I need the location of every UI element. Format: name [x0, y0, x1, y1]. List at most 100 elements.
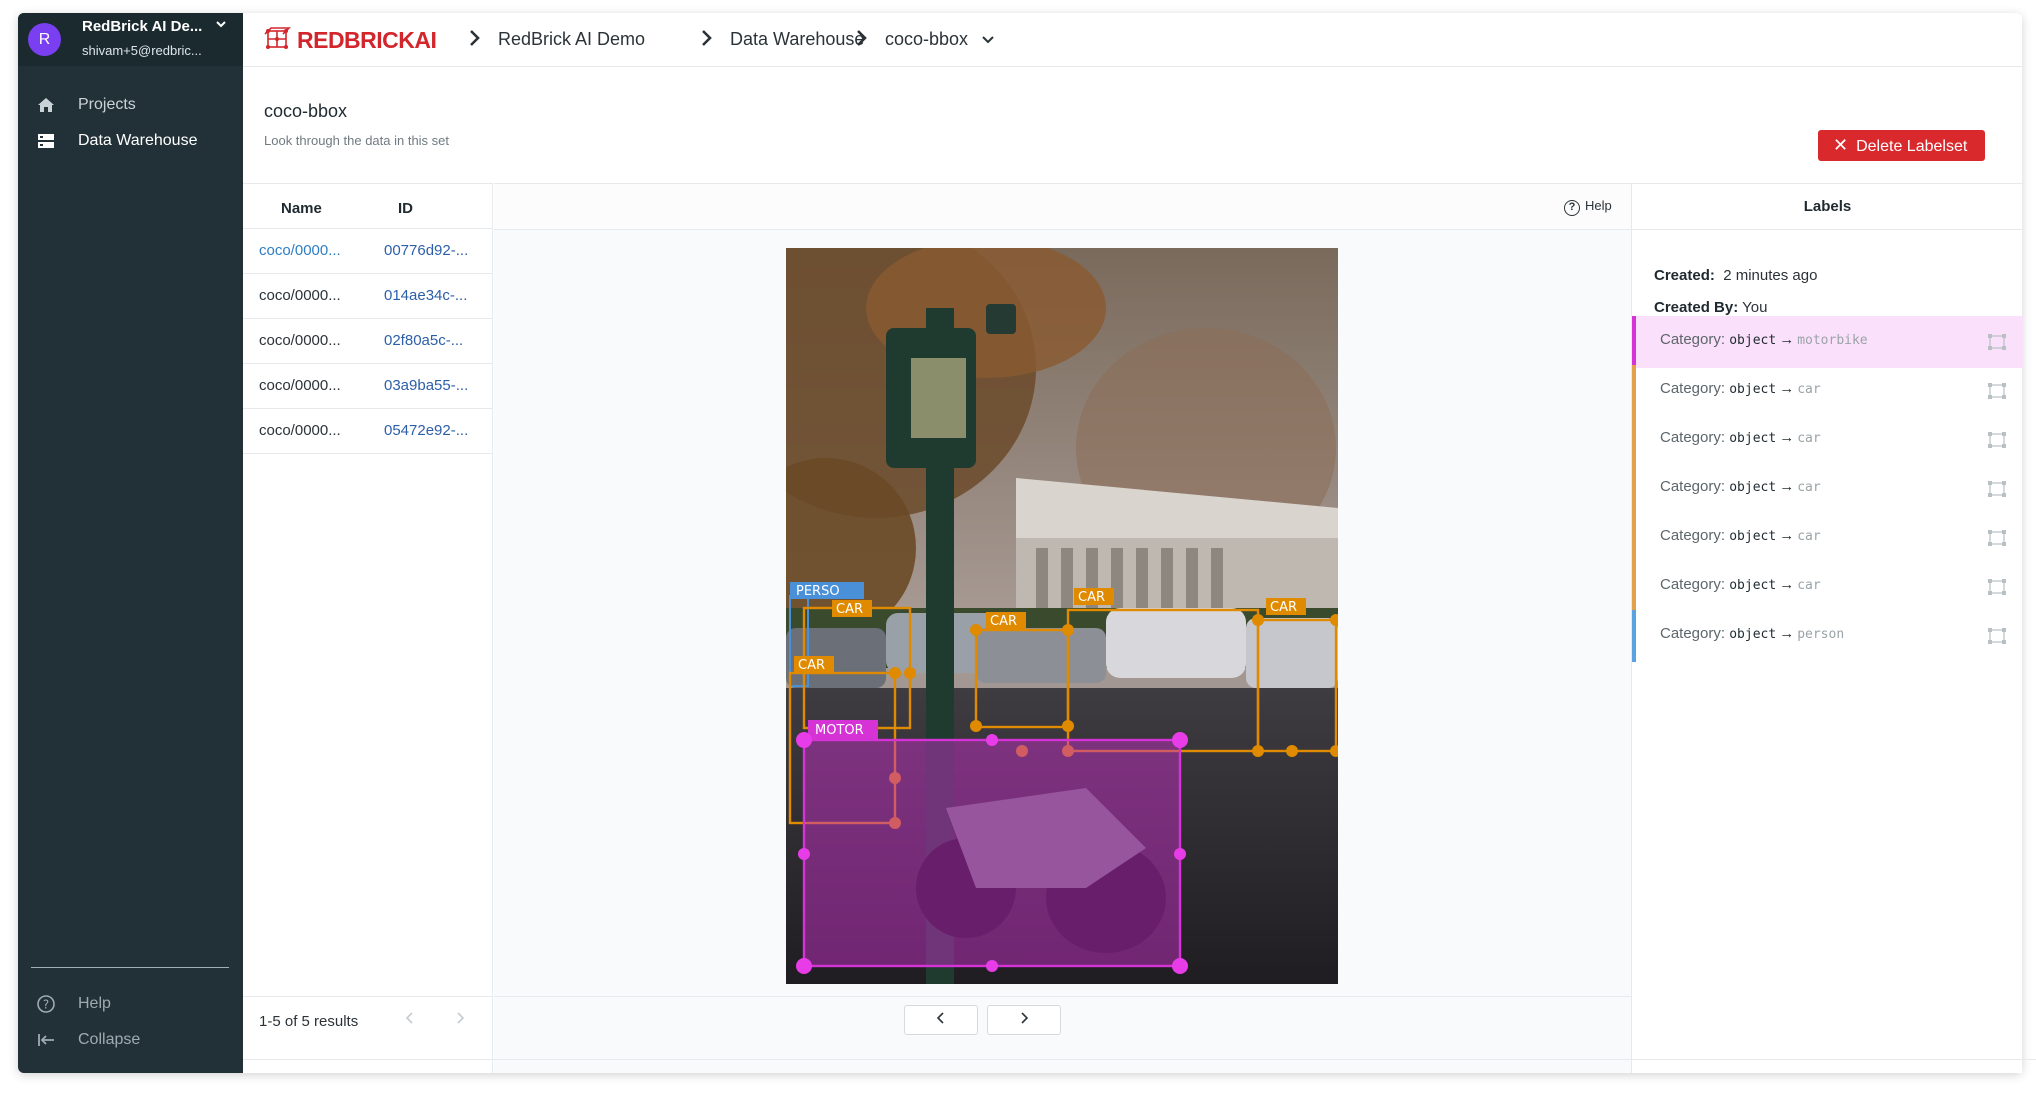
file-id[interactable]: 03a9ba55-... [384, 377, 468, 394]
file-row[interactable]: coco/0000... 00776d92-... [243, 229, 493, 274]
viewer-footer [494, 996, 1631, 1042]
sidebar-item-data-warehouse[interactable]: Data Warehouse [18, 124, 243, 158]
file-name[interactable]: coco/0000... [259, 377, 341, 394]
chevron-right-icon [700, 25, 714, 57]
home-icon [36, 95, 56, 115]
viewer-toolbar: ? Help [494, 184, 1631, 230]
bounding-box-icon[interactable] [1987, 627, 2007, 645]
chevron-down-icon[interactable] [214, 17, 228, 34]
label-color-bar [1632, 561, 1636, 613]
labels-panel-title: Labels [1632, 184, 2023, 230]
org-name: RedBrick AI De... [82, 18, 203, 35]
logo-text: REDBRICKAI [297, 27, 437, 53]
bounding-box-icon[interactable] [1987, 529, 2007, 547]
file-row[interactable]: coco/0000... 014ae34c-... [243, 274, 493, 319]
file-name[interactable]: coco/0000... [259, 332, 341, 349]
collapse-icon [36, 1030, 56, 1050]
label-color-bar [1632, 463, 1636, 515]
viewer-help-label: Help [1585, 198, 1612, 213]
sidebar-item-label: Collapse [78, 1031, 141, 1048]
label-text: Category: object → car [1660, 380, 1821, 397]
file-id[interactable]: 00776d92-... [384, 242, 468, 259]
file-id[interactable]: 02f80a5c-... [384, 332, 463, 349]
page-title: coco-bbox [264, 101, 348, 121]
close-icon: ✕ [1833, 135, 1849, 155]
file-name[interactable]: coco/0000... [259, 422, 341, 439]
label-text: Category: object → car [1660, 429, 1821, 446]
file-list-footer: 1-5 of 5 results [243, 996, 493, 1042]
top-bar: REDBRICKAI RedBrick AI Demo Data Warehou… [243, 13, 2022, 67]
bounding-box-icon[interactable] [1987, 480, 2007, 498]
file-row[interactable]: coco/0000... 03a9ba55-... [243, 364, 493, 409]
bounding-box-icon[interactable] [1987, 431, 2007, 449]
label-item[interactable]: Category: object → car [1632, 561, 2023, 613]
file-id[interactable]: 014ae34c-... [384, 287, 467, 304]
sidebar-item-projects[interactable]: Projects [18, 88, 243, 122]
help-circle-icon: ? [1564, 200, 1580, 216]
breadcrumb-project[interactable]: RedBrick AI Demo [498, 29, 645, 50]
annotated-image[interactable]: PERSO CAR CAR CAR CAR CAR MOTOR [786, 248, 1338, 984]
breadcrumb-data-warehouse[interactable]: Data Warehouse [730, 29, 864, 50]
org-switcher[interactable]: R RedBrick AI De... shivam+5@redbric... [18, 13, 243, 66]
svg-text:?: ? [43, 998, 49, 1012]
chevron-down-icon[interactable] [980, 32, 996, 53]
car-annotation-label: CAR [798, 658, 825, 673]
car-annotation-label: CAR [990, 614, 1017, 629]
breadcrumb-labelset[interactable]: coco-bbox [885, 29, 968, 50]
file-list: Name ID coco/0000... 00776d92-... coco/0… [243, 183, 493, 1073]
org-avatar: R [28, 23, 61, 56]
car-annotation-label: CAR [1078, 590, 1105, 605]
file-row[interactable]: coco/0000... 02f80a5c-... [243, 319, 493, 364]
viewer-help-button[interactable]: ? Help [1564, 198, 1612, 216]
redbrick-logo[interactable]: REDBRICKAI [263, 25, 437, 55]
created-by-info: Created By: You [1654, 299, 1768, 316]
file-name[interactable]: coco/0000... [259, 287, 341, 304]
car-annotation-label: CAR [836, 602, 863, 617]
next-page-icon[interactable] [455, 1010, 465, 1031]
file-list-header: Name ID [243, 184, 493, 229]
sidebar: R RedBrick AI De... shivam+5@redbric... … [18, 13, 243, 1073]
label-item[interactable]: Category: object → motorbike [1632, 316, 2023, 368]
bounding-box-icon[interactable] [1987, 382, 2007, 400]
results-count: 1-5 of 5 results [259, 1013, 359, 1030]
label-item[interactable]: Category: object → car [1632, 414, 2023, 466]
bottom-strip [243, 1059, 2036, 1073]
file-row[interactable]: coco/0000... 05472e92-... [243, 409, 493, 454]
server-icon [36, 131, 56, 151]
created-info: Created: 2 minutes ago [1654, 267, 1818, 284]
person-annotation-label: PERSO [796, 584, 840, 599]
label-color-bar [1632, 316, 1636, 368]
chevron-right-icon [855, 25, 869, 57]
label-color-bar [1632, 414, 1636, 466]
logo-mark-icon [264, 27, 291, 49]
label-item[interactable]: Category: object → car [1632, 463, 2023, 515]
sidebar-item-label: Projects [78, 96, 136, 113]
label-color-bar [1632, 512, 1636, 564]
previous-image-button[interactable] [904, 1005, 978, 1035]
label-item[interactable]: Category: object → person [1632, 610, 2023, 662]
next-image-button[interactable] [987, 1005, 1061, 1035]
label-text: Category: object → car [1660, 576, 1821, 593]
chevron-right-icon [1021, 1012, 1029, 1024]
prev-page-icon[interactable] [405, 1010, 415, 1031]
delete-labelset-label: Delete Labelset [1856, 138, 1968, 155]
label-item[interactable]: Category: object → car [1632, 512, 2023, 564]
label-text: Category: object → person [1660, 625, 1845, 642]
bounding-box-icon[interactable] [1987, 333, 2007, 351]
sidebar-item-label: Help [78, 995, 111, 1012]
label-text: Category: object → motorbike [1660, 331, 1868, 348]
label-item[interactable]: Category: object → car [1632, 365, 2023, 417]
labels-panel: Labels Created: 2 minutes ago Created By… [1631, 183, 2023, 1073]
label-color-bar [1632, 610, 1636, 662]
sidebar-item-help[interactable]: ? Help [18, 987, 243, 1021]
org-email: shivam+5@redbric... [82, 43, 202, 58]
label-text: Category: object → car [1660, 527, 1821, 544]
sidebar-item-collapse[interactable]: Collapse [18, 1023, 243, 1057]
bounding-box-icon[interactable] [1987, 578, 2007, 596]
label-text: Category: object → car [1660, 478, 1821, 495]
chevron-left-icon [936, 1012, 944, 1024]
delete-labelset-button[interactable]: ✕ Delete Labelset [1818, 130, 1985, 161]
page-subtitle: Look through the data in this set [264, 133, 450, 148]
file-name[interactable]: coco/0000... [259, 242, 341, 259]
file-id[interactable]: 05472e92-... [384, 422, 468, 439]
